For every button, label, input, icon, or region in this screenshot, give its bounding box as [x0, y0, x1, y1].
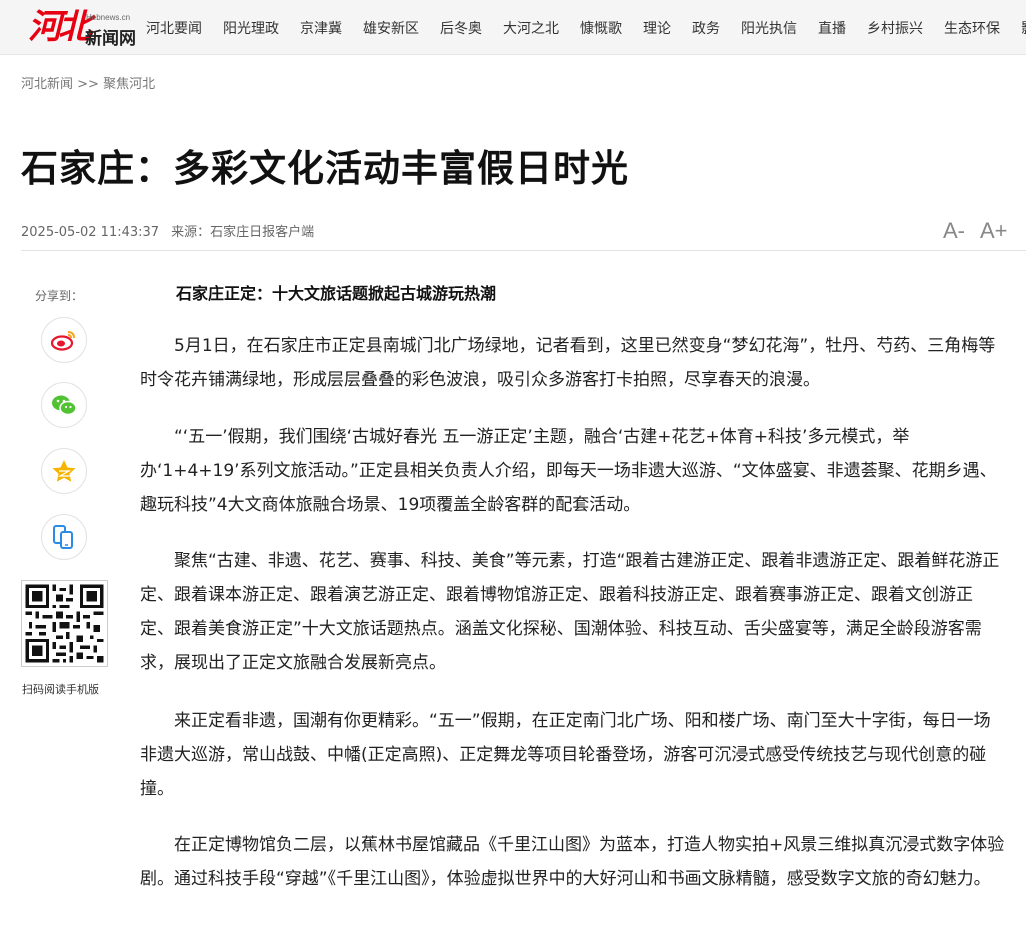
article-paragraph: 在正定博物馆负二层，以蕉林书屋馆藏品《千里江山图》为蓝本，打造人物实拍+风景三维… [140, 835, 1005, 889]
main-nav: 河北要闻 阳光理政 京津冀 雄安新区 后冬奥 大河之北 慷慨歌 理论 政务 阳光… [146, 0, 1026, 55]
breadcrumb-section[interactable]: 聚焦河北 [103, 77, 155, 92]
breadcrumb-separator: >> [73, 77, 104, 92]
article-paragraph: “‘五一’假期，我们围绕‘古城好春光 五一游正定’主题，融合‘古建+花艺+体育+… [140, 427, 997, 515]
article-paragraph: 来正定看非遗，国潮有你更精彩。“五一”假期，在正定南门北广场、阳和楼广场、南门至… [140, 711, 991, 799]
logo-name: 新闻网 [85, 29, 136, 49]
article-paragraph: 5月1日，在石家庄市正定县南城门北广场绿地，记者看到，这里已然变身“梦幻花海”，… [140, 336, 996, 390]
breadcrumb-home[interactable]: 河北新闻 [21, 77, 73, 92]
wechat-icon [52, 395, 77, 416]
qr-code [21, 580, 108, 667]
share-mobile-button[interactable] [41, 514, 87, 560]
breadcrumb: 河北新闻 >> 聚焦河北 [21, 73, 155, 92]
page-title: 石家庄：多彩文化活动丰富假日时光 [21, 147, 629, 190]
qr-code-image [22, 581, 107, 666]
article-meta: 2025-05-02 11:43:37 来源：石家庄日报客户端 [21, 221, 314, 240]
weibo-icon [51, 331, 75, 351]
qr-caption: 扫码阅读手机版 [22, 683, 99, 696]
nav-item[interactable]: 生态环保 [944, 18, 1000, 38]
nav-item[interactable]: 影 [1021, 18, 1026, 38]
nav-item[interactable]: 京津冀 [300, 18, 342, 38]
nav-item[interactable]: 理论 [643, 18, 671, 38]
logo-mark: 河北 [28, 7, 92, 47]
mobile-icon [53, 525, 73, 549]
font-increase-button[interactable]: A+ [980, 218, 1008, 244]
nav-item[interactable]: 阳光执信 [741, 18, 797, 38]
share-label: 分享到： [35, 289, 84, 303]
nav-item[interactable]: 大河之北 [503, 18, 559, 38]
share-weibo-button[interactable] [41, 317, 87, 363]
qzone-icon [52, 460, 76, 482]
logo-domain: Hebnews.cn [86, 13, 131, 22]
article-source: 来源：石家庄日报客户端 [171, 225, 315, 240]
publish-datetime: 2025-05-02 11:43:37 [21, 225, 160, 240]
share-qzone-button[interactable] [41, 448, 87, 494]
header-divider [21, 250, 1026, 251]
nav-item[interactable]: 阳光理政 [223, 18, 279, 38]
nav-item[interactable]: 直播 [818, 18, 846, 38]
article-subhead: 石家庄正定：十大文旅话题掀起古城游玩热潮 [176, 284, 497, 303]
nav-item[interactable]: 政务 [692, 18, 720, 38]
nav-item[interactable]: 雄安新区 [363, 18, 419, 38]
share-wechat-button[interactable] [41, 382, 87, 428]
article-paragraph: 聚焦“古建、非遗、花艺、赛事、科技、美食”等元素，打造“跟着古建游正定、跟着非遗… [140, 551, 1000, 673]
nav-item[interactable]: 河北要闻 [146, 18, 202, 38]
nav-item[interactable]: 后冬奥 [440, 18, 482, 38]
nav-item[interactable]: 慷慨歌 [580, 18, 622, 38]
top-navigation-bar: 河北 Hebnews.cn 新闻网 河北要闻 阳光理政 京津冀 雄安新区 后冬奥… [0, 0, 1026, 55]
font-decrease-button[interactable]: A- [943, 218, 965, 244]
nav-item[interactable]: 乡村振兴 [867, 18, 923, 38]
site-logo[interactable]: 河北 Hebnews.cn 新闻网 [28, 7, 140, 49]
